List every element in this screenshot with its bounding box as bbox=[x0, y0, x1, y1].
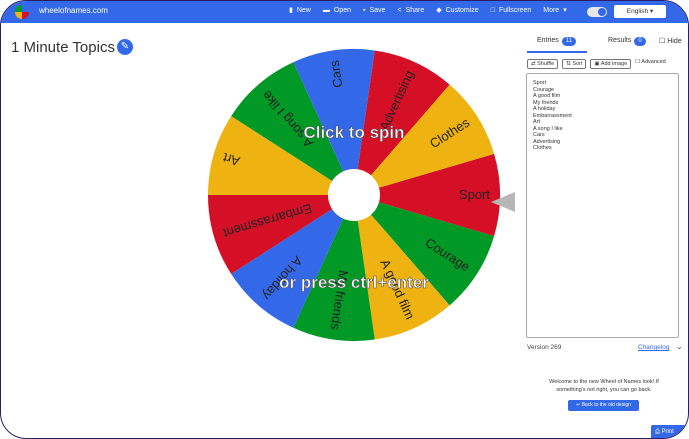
dark-mode-toggle[interactable] bbox=[587, 7, 607, 17]
share-button[interactable]: < Share bbox=[397, 7, 424, 14]
top-menu: ▮ New ▬ Open ▪ Save < Share ◆ Customize … bbox=[289, 6, 567, 15]
advanced-checkbox[interactable]: ☐ Advanced bbox=[635, 59, 666, 69]
customize-button[interactable]: ◆ Customize bbox=[436, 6, 478, 15]
hide-checkbox[interactable]: ☐ Hide bbox=[659, 37, 682, 45]
tab-entries[interactable]: Entries 11 bbox=[537, 37, 577, 46]
chevron-down-icon[interactable]: ⌄ bbox=[676, 342, 683, 351]
shuffle-button[interactable]: ⇄ Shuffle bbox=[527, 59, 559, 69]
site-name-link[interactable]: wheelofnames.com bbox=[39, 6, 108, 15]
ctrl-enter-text: or press ctrl+enter bbox=[279, 273, 429, 292]
wheel-pointer-icon bbox=[491, 192, 515, 212]
welcome-message: Welcome to the new Wheel of Names look! … bbox=[549, 379, 659, 393]
panel-tabs: Entries 11 Results 0 ☐ Hide bbox=[517, 29, 688, 53]
fullscreen-button[interactable]: □ Fullscreen bbox=[491, 7, 532, 14]
active-tab-indicator bbox=[527, 51, 587, 53]
save-button[interactable]: ▪ Save bbox=[363, 7, 385, 14]
new-button[interactable]: ▮ New bbox=[289, 6, 311, 15]
edit-title-icon[interactable]: ✎ bbox=[117, 39, 133, 55]
entries-count-badge: 11 bbox=[561, 37, 577, 46]
more-button[interactable]: More ▾ bbox=[543, 6, 566, 15]
entries-toolbar: ⇄ Shuffle ⇅ Sort ▣ Add image ☐ Advanced bbox=[527, 59, 666, 69]
version-label: Version 269 bbox=[527, 344, 562, 351]
entry-item: Clothes bbox=[533, 145, 552, 151]
wheel-title: 1 Minute Topics bbox=[11, 39, 115, 56]
wheel-segment-label: Sport bbox=[459, 187, 490, 202]
add-image-button[interactable]: ▣ Add image bbox=[590, 59, 632, 69]
back-to-old-design-button[interactable]: ↩ Back to the old design bbox=[568, 400, 639, 411]
open-button[interactable]: ▬ Open bbox=[323, 7, 351, 14]
tab-results[interactable]: Results 0 bbox=[608, 37, 646, 46]
wheel-center bbox=[328, 169, 380, 221]
entries-textarea[interactable]: Sport Courage A good film My friends A h… bbox=[526, 73, 679, 338]
spin-wheel[interactable]: SportCourageA good filmMy friendsA holid… bbox=[207, 48, 501, 342]
click-to-spin-text: Click to spin bbox=[303, 123, 404, 142]
language-select[interactable]: English ▾ bbox=[614, 5, 666, 18]
sort-button[interactable]: ⇅ Sort bbox=[562, 59, 587, 69]
results-count-badge: 0 bbox=[634, 37, 646, 46]
print-button[interactable]: ⎙ Print bbox=[651, 425, 688, 438]
top-bar: wheelofnames.com ▮ New ▬ Open ▪ Save < S… bbox=[1, 1, 688, 23]
entries-panel: Entries 11 Results 0 ☐ Hide ⇄ Shuffle ⇅ So… bbox=[517, 29, 688, 438]
changelog-link[interactable]: Changelog bbox=[638, 344, 669, 351]
app-window: wheelofnames.com ▮ New ▬ Open ▪ Save < S… bbox=[0, 0, 689, 439]
wheel-logo-icon[interactable] bbox=[15, 5, 29, 19]
